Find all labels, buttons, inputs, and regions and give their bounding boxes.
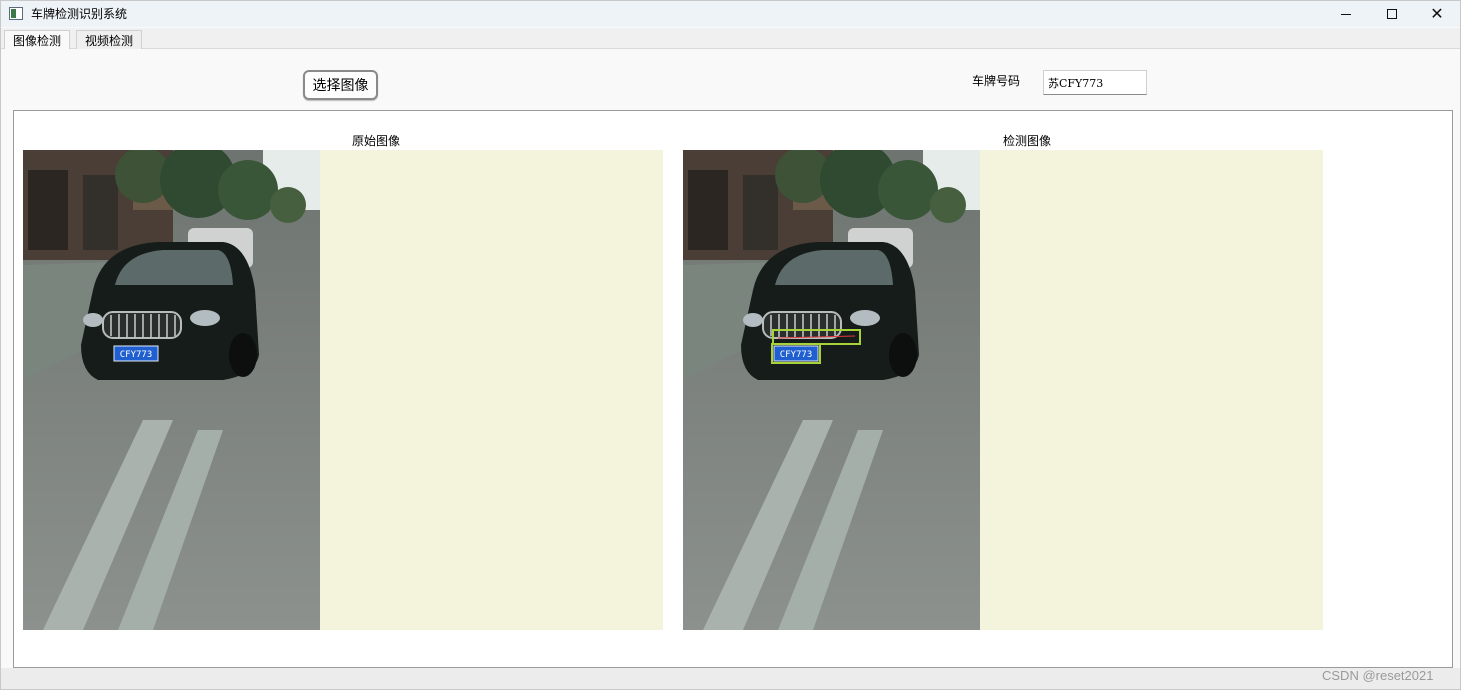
select-image-button[interactable]: 选择图像 — [303, 70, 378, 100]
plate-number-label: 车牌号码 — [972, 74, 1021, 88]
original-image-panel: CFY773 — [23, 150, 663, 630]
maximize-button[interactable] — [1369, 1, 1415, 27]
original-car-photo: CFY773 — [23, 150, 320, 630]
minimize-button[interactable] — [1323, 1, 1369, 27]
title-bar[interactable]: 车牌检测识别系统 ✕ — [1, 1, 1460, 27]
tab-bar: 图像检测 视频检测 — [1, 28, 1460, 49]
window-title: 车牌检测识别系统 — [31, 7, 128, 21]
tab-video-detection[interactable]: 视频检测 — [76, 30, 143, 49]
detected-plate-text: CFY773 — [780, 350, 813, 360]
original-image-caption: 原始图像 — [352, 134, 401, 148]
plate-number-field[interactable] — [1043, 70, 1147, 95]
detected-car-photo: CFY773 — [683, 150, 980, 630]
close-icon: ✕ — [1430, 4, 1444, 23]
status-strip — [1, 668, 1460, 689]
app-window: 车牌检测识别系统 ✕ 图像检测 视频检测 选择图像 车牌号码 原始图像 检测图像 — [0, 0, 1461, 690]
close-button[interactable]: ✕ — [1414, 1, 1460, 27]
watermark-text: CSDN @reset2021 — [1322, 668, 1434, 683]
minimize-icon — [1341, 13, 1351, 15]
detected-image-caption: 检测图像 — [1003, 134, 1052, 148]
original-plate-text: CFY773 — [120, 350, 153, 360]
app-icon — [9, 7, 23, 20]
maximize-icon — [1387, 9, 1397, 19]
tab-image-detection[interactable]: 图像检测 — [4, 30, 71, 49]
detected-image-panel: CFY773 — [683, 150, 1323, 630]
